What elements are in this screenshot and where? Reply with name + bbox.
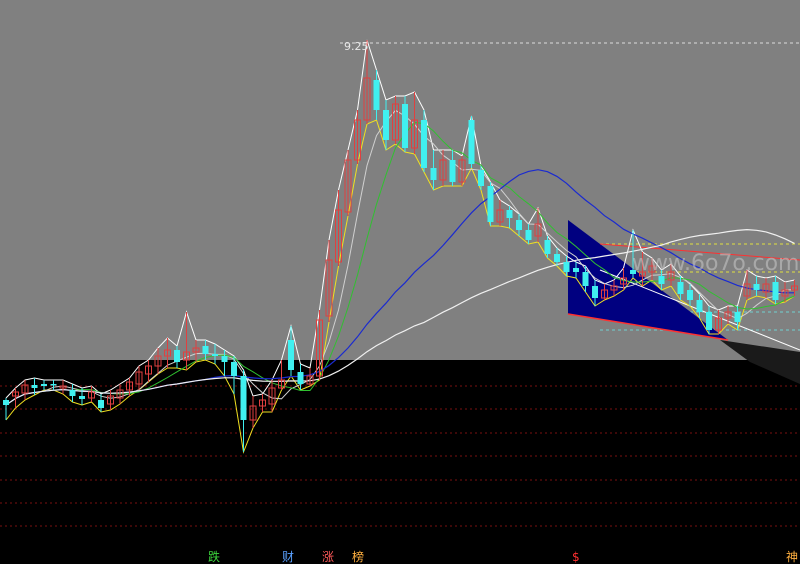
candle-body-down bbox=[98, 400, 104, 408]
candle-body-down bbox=[373, 80, 380, 110]
candle-body-down bbox=[592, 286, 598, 298]
candle-body-down bbox=[687, 290, 693, 300]
candle-body-down bbox=[696, 300, 703, 312]
peak-price-label: 9.25 bbox=[344, 40, 369, 53]
bottom-tag: 涨 bbox=[322, 549, 334, 564]
candle-body-down bbox=[449, 160, 456, 182]
candle-body-down bbox=[421, 120, 427, 168]
candle-body-down bbox=[753, 284, 760, 290]
candle-body-down bbox=[706, 312, 712, 330]
candle-body-down bbox=[221, 356, 228, 362]
candle-body-down bbox=[658, 276, 665, 284]
bottom-tag: 榜 bbox=[352, 549, 364, 564]
bottom-tag: 跌 bbox=[208, 549, 220, 564]
candle-body-down bbox=[506, 210, 513, 218]
bottom-tag: $ bbox=[572, 550, 580, 564]
candle-body-down bbox=[3, 400, 9, 405]
candle-body-down bbox=[544, 240, 551, 254]
candle-body-down bbox=[50, 384, 57, 386]
candle-body-down bbox=[288, 340, 294, 370]
candle-body-down bbox=[573, 268, 579, 272]
candle-body-down bbox=[240, 376, 247, 420]
candle-body-down bbox=[478, 170, 484, 186]
candle-body-down bbox=[383, 110, 389, 140]
candle-body-down bbox=[430, 168, 437, 180]
candle-body-down bbox=[41, 384, 47, 386]
bottom-tag: 神 bbox=[786, 550, 798, 564]
candle-body-down bbox=[525, 230, 532, 240]
candle-body-down bbox=[734, 312, 741, 322]
candle-body-down bbox=[554, 254, 560, 262]
candle-body-down bbox=[231, 362, 237, 376]
candle-body-down bbox=[69, 390, 76, 396]
candle-body-down bbox=[772, 282, 779, 300]
candlestick-chart[interactable]: 9.25 www.6o7o.com 跌 财 涨 榜 $ 神 bbox=[0, 0, 800, 564]
candle-body-down bbox=[174, 350, 180, 362]
candle-body-down bbox=[79, 396, 85, 399]
bottom-tag: 财 bbox=[282, 550, 294, 564]
candle-body-down bbox=[402, 104, 408, 148]
candle-body-down bbox=[487, 186, 494, 222]
candle-body-down bbox=[468, 120, 475, 164]
candle-body-down bbox=[31, 385, 38, 388]
candle-body-down bbox=[582, 272, 589, 286]
candle-body-down bbox=[212, 354, 218, 356]
candle-body-down bbox=[202, 346, 209, 354]
candle-body-down bbox=[516, 220, 522, 230]
watermark-text: www.6o7o.com bbox=[632, 251, 799, 276]
candle-body-down bbox=[297, 372, 304, 384]
candle-body-down bbox=[677, 282, 684, 294]
stock-chart[interactable]: 9.25 www.6o7o.com 跌 财 涨 榜 $ 神 bbox=[0, 0, 800, 564]
candle-body-down bbox=[563, 262, 570, 272]
